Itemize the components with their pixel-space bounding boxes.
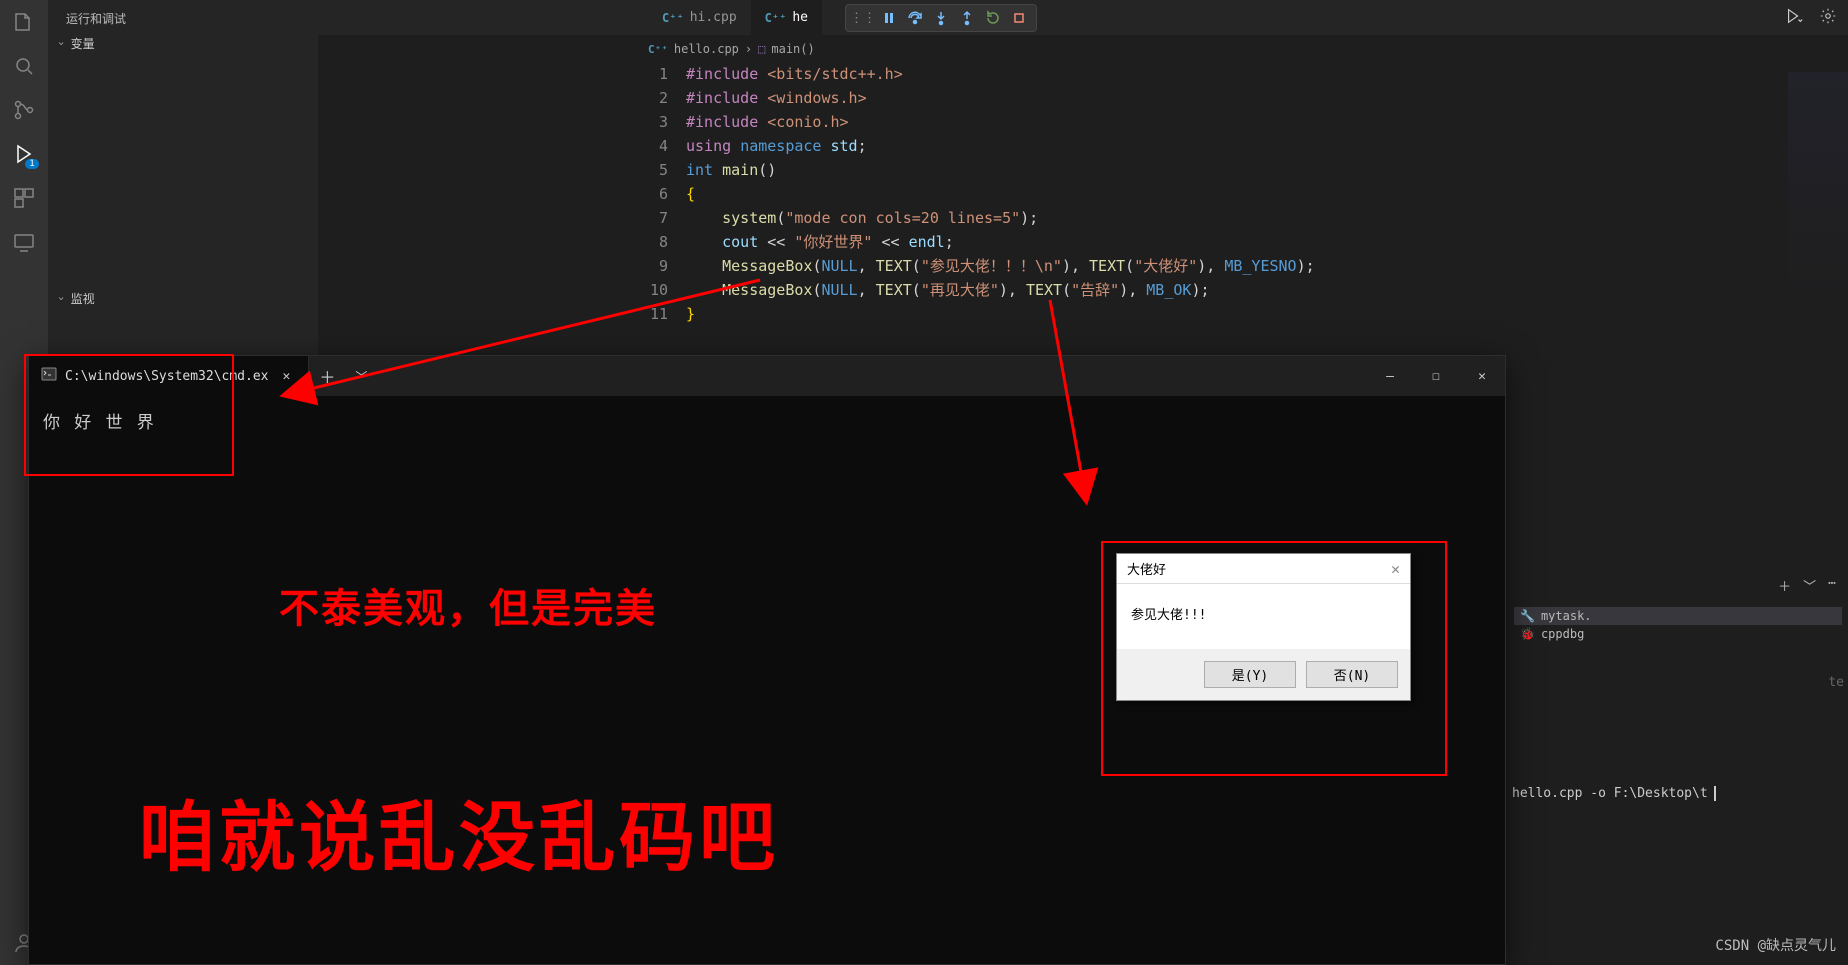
step-out-icon[interactable] — [958, 9, 976, 27]
terminal-titlebar[interactable]: C:\windows\System32\cmd.ex ✕ ＋ ﹀ — ☐ ✕ — [29, 356, 1505, 396]
panel-chevron-icon[interactable]: ﹀ — [1803, 576, 1816, 595]
console-output: 你 好 世 界 — [43, 408, 1491, 433]
tab-hi-cpp[interactable]: C⁺⁺hi.cpp — [648, 0, 751, 35]
panel-more-icon[interactable]: ⋯ — [1828, 576, 1836, 595]
terminal-entry-mytask[interactable]: 🔧mytask. — [1514, 607, 1842, 625]
messagebox: 大佬好 ✕ 参见大佬!!! 是(Y) 否(N) — [1116, 553, 1411, 701]
messagebox-footer: 是(Y) 否(N) — [1117, 649, 1410, 700]
new-tab-icon[interactable]: ＋ — [309, 364, 345, 388]
annotation-text-1: 不泰美观，但是完美 — [279, 576, 657, 634]
cpp-icon: C⁺⁺ — [662, 11, 684, 25]
maximize-icon[interactable]: ☐ — [1413, 356, 1459, 396]
terminal-tab[interactable]: C:\windows\System32\cmd.ex ✕ — [29, 356, 309, 396]
stop-icon[interactable] — [1010, 9, 1028, 27]
editor-title-actions — [1784, 6, 1838, 26]
vscode-terminal-panel: ＋ ﹀ ⋯ 🔧mytask. 🐞cppdbg te hello.cpp -o F… — [1508, 570, 1848, 809]
terminal-placeholder: te — [1508, 667, 1848, 698]
files-icon[interactable] — [12, 10, 36, 34]
run-debug-icon[interactable]: 1 — [12, 142, 36, 166]
debug-badge: 1 — [25, 159, 39, 169]
cpp-icon: C⁺⁺ — [765, 11, 787, 25]
annotation-box-messagebox: 大佬好 ✕ 参见大佬!!! 是(Y) 否(N) — [1101, 541, 1447, 776]
messagebox-title-bar[interactable]: 大佬好 ✕ — [1117, 554, 1410, 584]
minimize-icon[interactable]: — — [1367, 356, 1413, 396]
debug-controls: ⋮⋮ — [845, 4, 1037, 32]
breadcrumb-file: hello.cpp — [674, 42, 739, 56]
close-tab-icon[interactable]: ✕ — [277, 369, 297, 384]
minimap[interactable] — [1788, 72, 1848, 322]
code-content[interactable]: #include <bits/stdc++.h>#include <window… — [686, 62, 1315, 326]
bug-icon: 🐞 — [1520, 627, 1535, 641]
code-editor[interactable]: 1234567891011 #include <bits/stdc++.h>#i… — [318, 60, 1848, 326]
editor-tabs: C⁺⁺hi.cpp C⁺⁺he — [318, 0, 1848, 35]
tab-he[interactable]: C⁺⁺he — [751, 0, 822, 35]
remote-icon[interactable] — [12, 230, 36, 254]
panel-add-icon[interactable]: ＋ — [1778, 576, 1791, 595]
close-window-icon[interactable]: ✕ — [1459, 356, 1505, 396]
watermark: CSDN @缺点灵气儿 — [1715, 935, 1836, 955]
sidebar-title: 运行和调试 — [48, 6, 318, 31]
terminal-output-line: hello.cpp -o F:\Desktop\t — [1508, 778, 1848, 809]
messagebox-title: 大佬好 — [1127, 559, 1166, 578]
messagebox-body: 参见大佬!!! — [1117, 584, 1410, 649]
wrench-icon: 🔧 — [1520, 609, 1535, 623]
terminal-entry-cppdbg[interactable]: 🐞cppdbg — [1514, 625, 1842, 643]
terminal-tab-title: C:\windows\System32\cmd.ex — [65, 369, 269, 384]
restart-icon[interactable] — [984, 9, 1002, 27]
cpp-icon: C⁺⁺ — [648, 43, 668, 56]
messagebox-close-icon[interactable]: ✕ — [1391, 560, 1400, 578]
tab-menu-chevron-icon[interactable]: ﹀ — [345, 368, 377, 385]
step-into-icon[interactable] — [932, 9, 950, 27]
cmd-icon — [41, 366, 57, 386]
pause-icon[interactable] — [880, 9, 898, 27]
step-over-icon[interactable] — [906, 9, 924, 27]
annotation-text-2: 咱就说乱没乱码吧 — [139, 776, 779, 886]
extensions-icon[interactable] — [12, 186, 36, 210]
cube-icon: ⬚ — [758, 42, 765, 56]
breadcrumb[interactable]: C⁺⁺ hello.cpp › ⬚ main() — [318, 38, 1848, 60]
messagebox-no-button[interactable]: 否(N) — [1306, 661, 1398, 688]
section-watch[interactable]: 监视 — [48, 286, 318, 311]
source-control-icon[interactable] — [12, 98, 36, 122]
settings-icon[interactable] — [1818, 6, 1838, 26]
search-icon[interactable] — [12, 54, 36, 78]
drag-handle-icon[interactable]: ⋮⋮ — [854, 9, 872, 27]
breadcrumb-symbol: main() — [771, 42, 814, 56]
terminal-window: C:\windows\System32\cmd.ex ✕ ＋ ﹀ — ☐ ✕ 你… — [28, 355, 1506, 965]
line-numbers: 1234567891011 — [632, 62, 686, 326]
run-dropdown-icon[interactable] — [1784, 6, 1804, 26]
terminal-body[interactable]: 你 好 世 界 不泰美观，但是完美 咱就说乱没乱码吧 大佬好 ✕ 参见大佬!!!… — [29, 396, 1505, 964]
messagebox-yes-button[interactable]: 是(Y) — [1204, 661, 1296, 688]
section-variables[interactable]: 变量 — [48, 31, 318, 56]
